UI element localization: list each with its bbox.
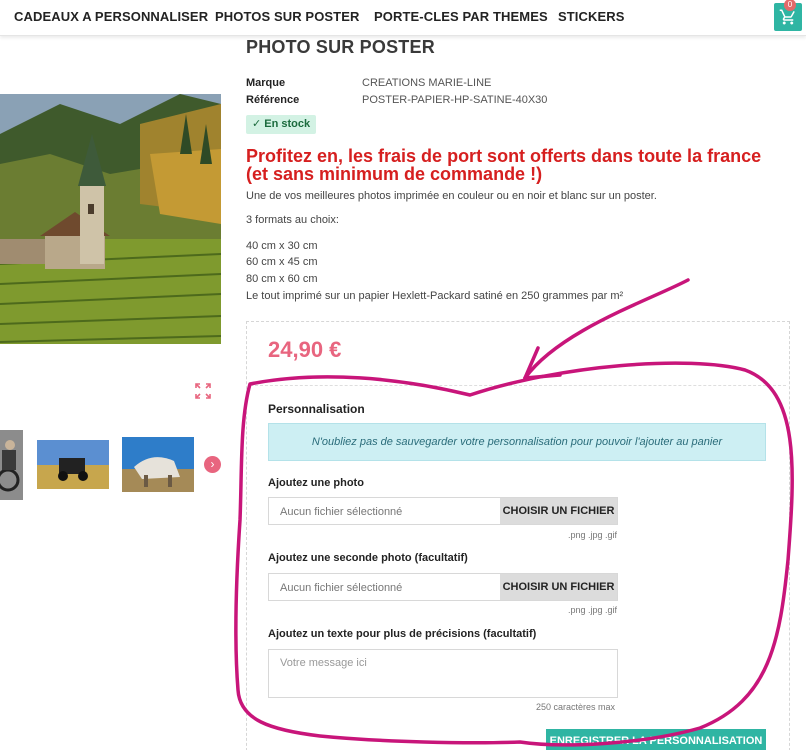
chevron-right-icon: ›	[210, 457, 215, 471]
photo1-file-placeholder: Aucun fichier sélectionné	[280, 506, 403, 518]
top-navigation: CADEAUX A PERSONNALISER PHOTOS SUR POSTE…	[0, 0, 806, 36]
photo2-label: Ajoutez une seconde photo (facultatif)	[268, 552, 468, 564]
thumbnail-next-button[interactable]: ›	[204, 456, 221, 473]
photo1-file-input[interactable]: Aucun fichier sélectionné CHOISIR UN FIC…	[268, 497, 618, 525]
photo2-choose-file-button[interactable]: CHOISIR UN FICHIER	[500, 574, 617, 600]
personalization-title: Personnalisation	[268, 402, 365, 416]
nav-item-porte-cles[interactable]: PORTE-CLES PAR THEMES	[374, 9, 548, 24]
message-textarea[interactable]: Votre message ici	[268, 649, 618, 698]
expand-icon[interactable]	[194, 382, 212, 400]
photo1-format-hint: .png .jpg .gif	[568, 530, 618, 540]
photo1-label: Ajoutez une photo	[268, 477, 364, 489]
description-line: 3 formats au choix:	[246, 214, 339, 226]
save-personalization-button[interactable]: ENREGISTRER LA PERSONNALISATION	[546, 729, 766, 750]
text-label: Ajoutez un texte pour plus de précisions…	[268, 628, 537, 640]
description-line: Une de vos meilleures photos imprimée en…	[246, 190, 657, 202]
brand-label: Marque	[246, 77, 286, 89]
stock-label: En stock	[264, 118, 311, 130]
product-title: PHOTO SUR POSTER	[246, 37, 435, 57]
thumbnail-cyclist[interactable]	[0, 430, 23, 500]
promo-message: Profitez en, les frais de port sont offe…	[246, 146, 762, 184]
thumbnail-horse[interactable]	[122, 437, 194, 492]
character-limit-hint: 250 caractères max	[536, 702, 616, 712]
stock-badge: ✓ En stock	[246, 115, 317, 134]
photo2-format-hint: .png .jpg .gif	[568, 605, 618, 615]
reference-value: POSTER-PAPIER-HP-SATINE-40X30	[362, 94, 548, 106]
photo2-file-placeholder: Aucun fichier sélectionné	[280, 582, 403, 594]
product-main-image[interactable]	[0, 94, 221, 344]
personalization-notice: N'oubliez pas de sauvegarder votre perso…	[268, 423, 766, 461]
check-icon: ✓	[252, 118, 262, 130]
product-price: 24,90 €	[268, 337, 342, 362]
nav-item-stickers[interactable]: STICKERS	[558, 9, 625, 24]
brand-value[interactable]: CREATIONS MARIE-LINE	[362, 77, 491, 89]
reference-label: Référence	[246, 94, 300, 106]
description-line: Le tout imprimé sur un papier Hexlett-Pa…	[246, 290, 624, 302]
photo2-file-input[interactable]: Aucun fichier sélectionné CHOISIR UN FIC…	[268, 573, 618, 601]
cart-button[interactable]: 0	[774, 0, 802, 31]
format-item: 40 cm x 30 cm	[246, 240, 318, 252]
nav-item-photos-poster[interactable]: PHOTOS SUR POSTER	[215, 9, 359, 24]
nav-item-cadeaux[interactable]: CADEAUX A PERSONNALISER	[14, 9, 208, 24]
format-item: 80 cm x 60 cm	[246, 273, 318, 285]
divider	[250, 385, 786, 386]
photo1-choose-file-button[interactable]: CHOISIR UN FICHIER	[500, 498, 617, 524]
thumbnail-motorbike[interactable]	[37, 440, 109, 489]
format-item: 60 cm x 45 cm	[246, 256, 318, 268]
